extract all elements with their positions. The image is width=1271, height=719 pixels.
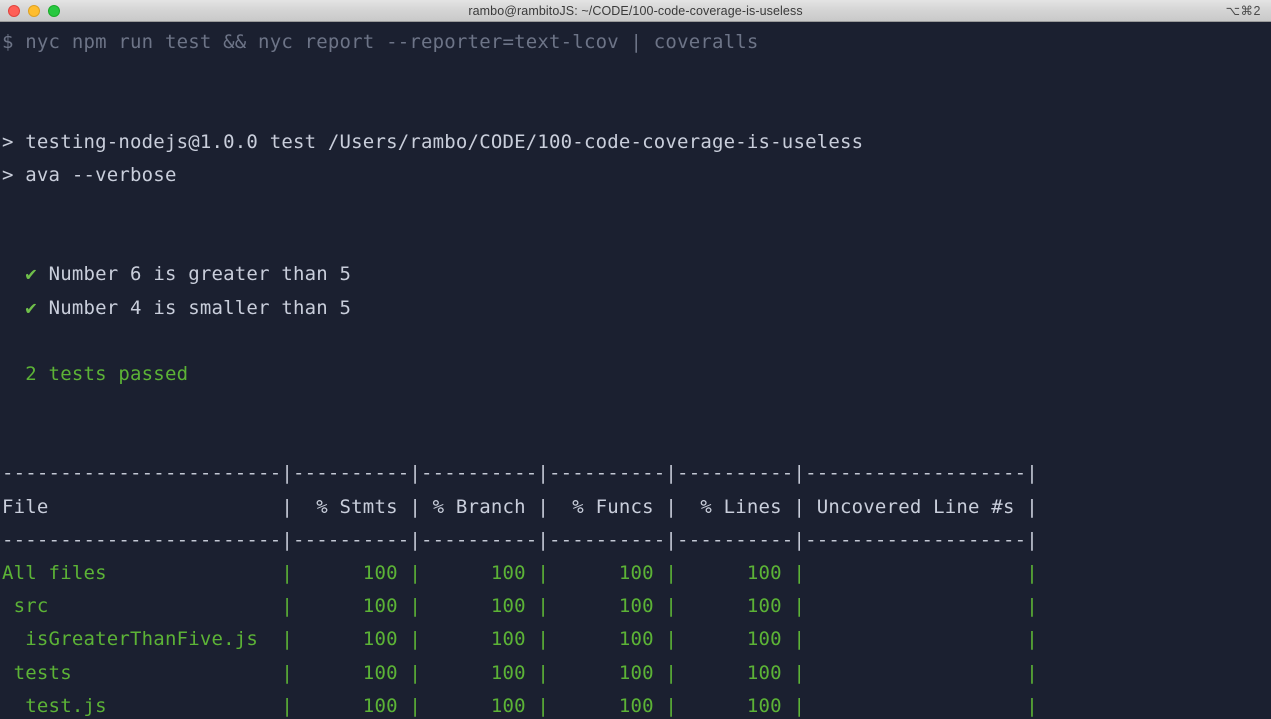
blank-line-2 <box>2 92 1271 125</box>
terminal-screen[interactable]: $ nyc npm run test && nyc report --repor… <box>2 26 1271 719</box>
traffic-light-group <box>0 4 60 17</box>
tests-passed-summary: 2 tests passed <box>25 362 189 385</box>
table-row: test.js | 100 | 100 | 100 | 100 | | <box>2 694 1038 717</box>
minimize-button[interactable] <box>28 4 40 17</box>
check-icon: ✔ <box>25 263 37 286</box>
command-text: nyc npm run test && nyc report --reporte… <box>25 31 759 53</box>
blank-line-1 <box>2 59 1271 92</box>
table-row: All files | 100 | 100 | 100 | 100 | | <box>2 562 1038 584</box>
close-button[interactable] <box>8 4 20 17</box>
table-rule-header: ------------------------|----------|----… <box>2 528 1038 551</box>
command-line: $ nyc npm run test && nyc report --repor… <box>2 26 1271 59</box>
test-result-row-1: ✔ Number 6 is greater than 5 <box>2 258 1271 291</box>
table-row: src | 100 | 100 | 100 | 100 | | <box>2 595 1038 618</box>
window-title: rambo@rambitoJS: ~/CODE/100-code-coverag… <box>468 3 803 18</box>
table-row: tests | 100 | 100 | 100 | 100 | | <box>2 661 1038 684</box>
terminal-window: rambo@rambitoJS: ~/CODE/100-code-coverag… <box>0 0 1271 719</box>
tests-passed-row: 2 tests passed <box>2 358 1271 391</box>
table-header-row: File | % Stmts | % Branch | % Funcs | % … <box>2 495 1038 518</box>
test-title-1: Number 6 is greater than 5 <box>48 263 352 286</box>
npm-script-line: > ava --verbose <box>2 163 177 186</box>
npm-header-line: > testing-nodejs@1.0.0 test /Users/rambo… <box>2 130 864 153</box>
table-rule-top: ------------------------|----------|----… <box>2 462 1038 485</box>
blank-line-3 <box>2 192 1271 225</box>
test-result-row-2: ✔ Number 4 is smaller than 5 <box>2 292 1271 325</box>
check-icon: ✔ <box>25 296 37 319</box>
terminal-body[interactable]: $ nyc npm run test && nyc report --repor… <box>0 22 1271 719</box>
blank-line-4 <box>2 225 1271 258</box>
prompt-symbol: $ <box>2 31 14 53</box>
blank-line-6 <box>2 391 1271 424</box>
maximize-button[interactable] <box>48 4 60 17</box>
table-row: isGreaterThanFive.js | 100 | 100 | 100 |… <box>2 628 1038 651</box>
blank-line-5 <box>2 325 1271 358</box>
blank-line-7 <box>2 424 1271 457</box>
tab-shortcut-label: ⌥⌘2 <box>1225 4 1261 18</box>
window-titlebar[interactable]: rambo@rambitoJS: ~/CODE/100-code-coverag… <box>0 0 1271 22</box>
test-title-2: Number 4 is smaller than 5 <box>48 296 352 319</box>
